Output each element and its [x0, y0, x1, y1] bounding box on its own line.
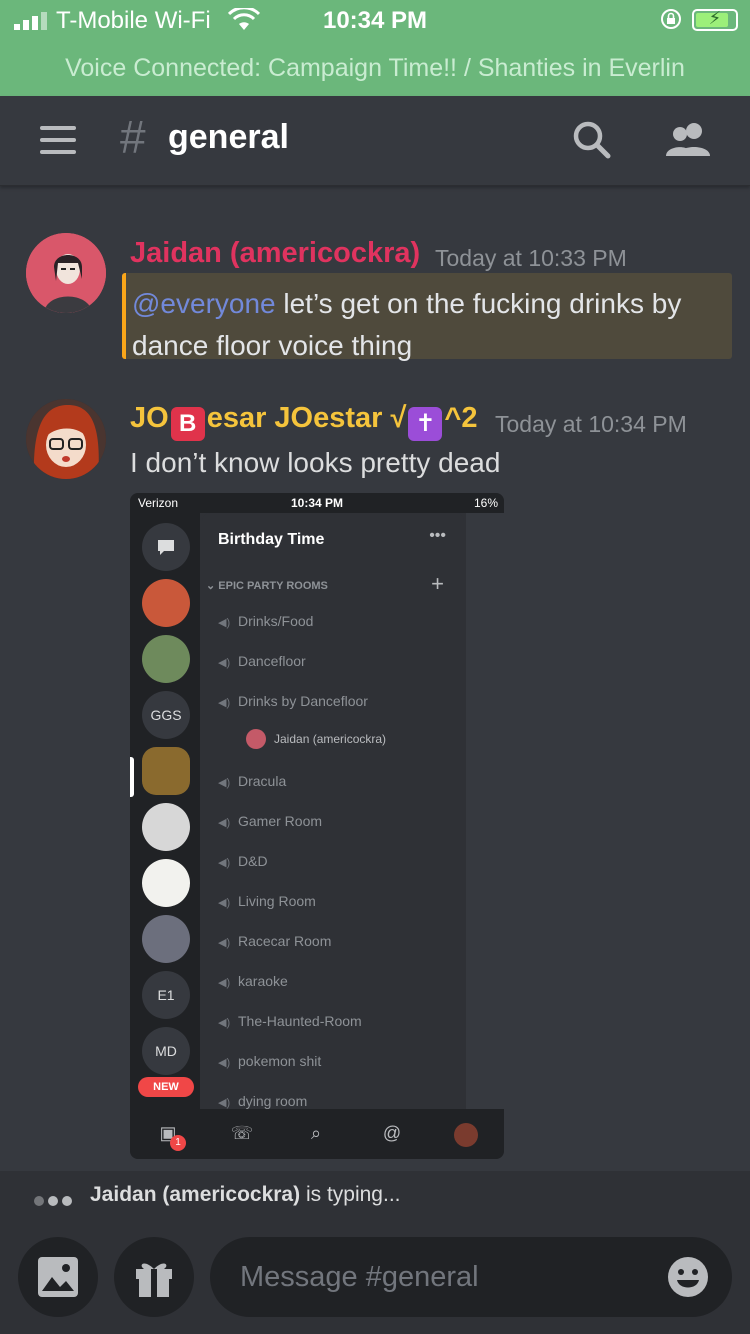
typing-text: Jaidan (americockra) is typing... — [90, 1183, 401, 1206]
attachment-tab-bar: ▣ 1 ☏ ⌕ @ — [130, 1109, 504, 1159]
status-time: 10:34 PM — [322, 7, 428, 34]
avatar-joesar[interactable] — [26, 399, 106, 479]
message-author[interactable]: Jaidan (americockra) — [130, 237, 420, 270]
profile-tab-icon — [454, 1123, 478, 1147]
cross-emoji-badge: ✝ — [408, 407, 443, 441]
voice-channel: ◀) Dracula — [218, 773, 287, 789]
voice-channel: ◀) D&D — [218, 853, 268, 869]
category-label: ⌄ EPIC PARTY ROOMS — [206, 580, 328, 592]
status-bar: T-Mobile Wi-Fi 10:34 PM ⚡ — [0, 0, 750, 40]
attachment-battery: 16% — [473, 496, 498, 510]
message-composer — [0, 1219, 750, 1334]
speaker-icon: ◀) — [218, 817, 231, 829]
message-author[interactable]: JO Besar JOestar √ ✝ ^2 — [130, 402, 477, 441]
speaker-icon: ◀) — [218, 1097, 231, 1109]
search-tab-icon: ⌕ — [310, 1123, 322, 1143]
message-text-line1: let’s get on the fucking drinks by — [275, 288, 682, 319]
attachment-status-bar: Verizon 10:34 PM 16% — [130, 493, 504, 513]
message-timestamp: Today at 10:33 PM — [435, 245, 627, 271]
mention-message-body: @everyone let’s get on the fucking drink… — [122, 273, 732, 361]
b-emoji-badge: B — [170, 407, 205, 441]
speaker-icon: ◀) — [218, 1017, 231, 1029]
voice-channel: ◀) karaoke — [218, 973, 288, 989]
notification-badge: 1 — [170, 1135, 186, 1151]
server-rail: GGS E1 MD NEW — [130, 513, 200, 1109]
message-text: I don’t know looks pretty dead — [130, 447, 501, 478]
server-icon-anime — [142, 635, 190, 683]
speaker-icon: ◀) — [218, 937, 231, 949]
speaker-icon: ◀) — [218, 777, 231, 789]
attachment-time: 10:34 PM — [290, 496, 344, 510]
channel-title: general — [168, 118, 289, 156]
hamburger-icon[interactable] — [40, 126, 76, 154]
server-icon-ggs: GGS — [142, 691, 190, 739]
dm-chat-icon — [142, 523, 190, 571]
typing-dots-icon — [34, 1188, 76, 1212]
emoji-icon[interactable] — [666, 1255, 710, 1299]
message-timestamp: Today at 10:34 PM — [495, 411, 687, 437]
friends-tab-icon: ☏ — [230, 1123, 254, 1143]
image-icon — [38, 1257, 78, 1297]
hash-icon: # — [120, 111, 146, 163]
new-badge: NEW — [138, 1077, 194, 1097]
avatar-jaidan[interactable] — [26, 233, 106, 313]
battery-icon: ⚡ — [692, 8, 738, 31]
server-icon-e1: E1 — [142, 971, 190, 1019]
speaker-icon: ◀) — [218, 657, 231, 669]
server-icon-birthday — [142, 747, 190, 795]
server-icon-manga — [142, 803, 190, 851]
voice-channel: ◀) pokemon shit — [218, 1053, 322, 1069]
message-text-line2: dance floor voice thing — [132, 330, 413, 361]
voice-connected-banner[interactable]: Voice Connected: Campaign Time!! / Shant… — [0, 40, 750, 96]
voice-channel: ◀) The-Haunted-Room — [218, 1013, 362, 1029]
active-server-pill — [130, 757, 134, 797]
home-tab-icon: ▣ 1 — [156, 1123, 186, 1151]
speaker-icon: ◀) — [218, 697, 231, 709]
voice-channel: ◀) Living Room — [218, 893, 316, 909]
members-icon[interactable] — [664, 118, 712, 162]
rotation-lock-icon — [661, 9, 681, 29]
add-channel-icon: + — [431, 571, 444, 596]
server-icon-person — [142, 915, 190, 963]
mini-avatar — [246, 729, 266, 749]
voice-channel: ◀) Drinks by Dancefloor — [218, 693, 368, 709]
speaker-icon: ◀) — [218, 857, 231, 869]
server-icon-onepiece — [142, 579, 190, 627]
message-input[interactable] — [210, 1237, 732, 1317]
connected-user: Jaidan (americockra) — [246, 729, 386, 749]
speaker-icon: ◀) — [218, 897, 231, 909]
everyone-mention[interactable]: @everyone — [132, 288, 276, 319]
message-list[interactable]: Jaidan (americockra) Today at 10:33 PM @… — [0, 187, 750, 1171]
voice-channel: ◀) dying room — [218, 1093, 308, 1109]
server-icon-green — [142, 859, 190, 907]
channel-panel: Birthday Time ••• ⌄ EPIC PARTY ROOMS + ◀… — [202, 513, 464, 1109]
gift-button[interactable] — [114, 1237, 194, 1317]
server-icon-md: MD — [142, 1027, 190, 1075]
voice-channel: ◀) Dancefloor — [218, 653, 306, 669]
channel-header: # general — [0, 96, 750, 186]
voice-channel: ◀) Drinks/Food — [218, 613, 314, 629]
speaker-icon: ◀) — [218, 1057, 231, 1069]
more-icon: ••• — [429, 527, 446, 544]
image-attachment[interactable]: Verizon 10:34 PM 16% GGS E1 MD NEW Birth… — [130, 493, 504, 1159]
chat-preview-strip — [466, 513, 504, 1109]
typing-indicator: Jaidan (americockra) is typing... — [0, 1171, 750, 1219]
gift-icon — [136, 1263, 172, 1297]
speaker-icon: ◀) — [218, 977, 231, 989]
mentions-tab-icon: @ — [382, 1123, 402, 1143]
search-icon[interactable] — [570, 118, 614, 162]
image-upload-button[interactable] — [18, 1237, 98, 1317]
voice-channel: ◀) Gamer Room — [218, 813, 323, 829]
speaker-icon: ◀) — [218, 617, 231, 629]
voice-channel: ◀) Racecar Room — [218, 933, 332, 949]
server-name: Birthday Time — [218, 531, 325, 548]
